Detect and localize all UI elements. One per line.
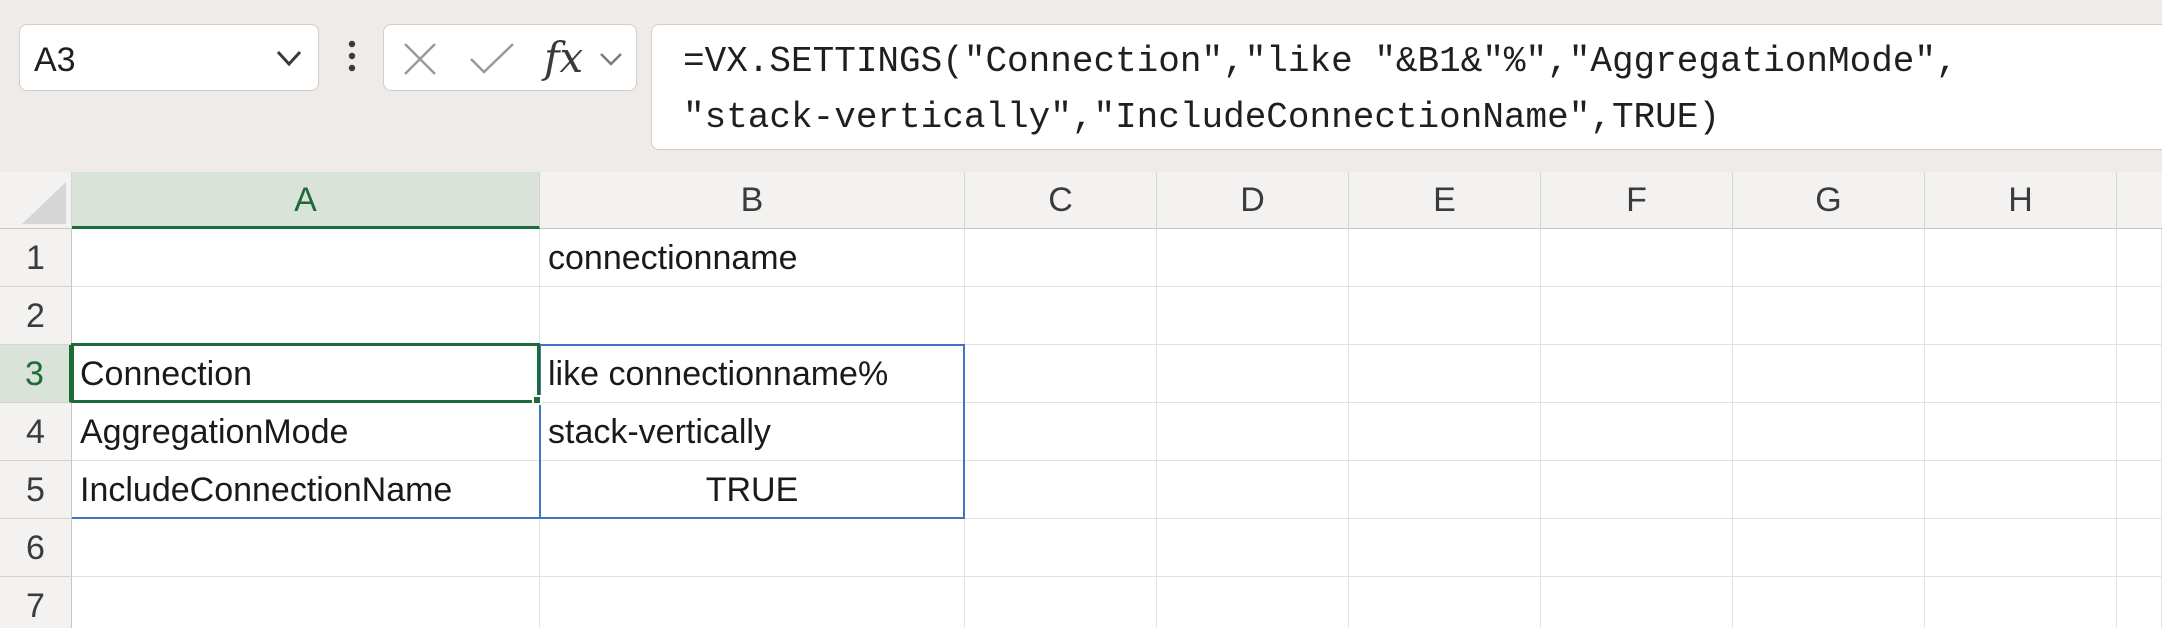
cell-f3[interactable] <box>1541 345 1733 403</box>
cell-g4[interactable] <box>1733 403 1925 461</box>
spreadsheet-window: A3 fx =VX.SETTINGS("Connection","like "&… <box>0 0 2162 628</box>
cell-c5[interactable] <box>965 461 1157 519</box>
formula-input[interactable]: =VX.SETTINGS("Connection","like "&B1&"%"… <box>651 24 2162 150</box>
cell-d6[interactable] <box>1157 519 1349 577</box>
cell-i3[interactable] <box>2117 345 2162 403</box>
cell-d2[interactable] <box>1157 287 1349 345</box>
formula-bar-area: A3 fx =VX.SETTINGS("Connection","like "&… <box>0 0 2162 172</box>
cell-e1[interactable] <box>1349 229 1541 287</box>
cell-e4[interactable] <box>1349 403 1541 461</box>
cell-h1[interactable] <box>1925 229 2117 287</box>
cell-c1[interactable] <box>965 229 1157 287</box>
cell-b2[interactable] <box>540 287 965 345</box>
chevron-down-icon[interactable] <box>274 47 304 69</box>
cell-i7[interactable] <box>2117 577 2162 628</box>
cell-d1[interactable] <box>1157 229 1349 287</box>
cell-i6[interactable] <box>2117 519 2162 577</box>
row-header-2[interactable]: 2 <box>0 287 72 345</box>
cell-a5[interactable]: IncludeConnectionName <box>72 461 540 519</box>
cell-b1[interactable]: connectionname <box>540 229 965 287</box>
cell-b6[interactable] <box>540 519 965 577</box>
row-header-7[interactable]: 7 <box>0 577 72 628</box>
formula-text-line-1[interactable]: =VX.SETTINGS("Connection","like "&B1&"%"… <box>683 41 1958 82</box>
cell-h7[interactable] <box>1925 577 2117 628</box>
column-header-h[interactable]: H <box>1925 172 2117 229</box>
column-header-f[interactable]: F <box>1541 172 1733 229</box>
cell-g5[interactable] <box>1733 461 1925 519</box>
cell-e5[interactable] <box>1349 461 1541 519</box>
cell-f6[interactable] <box>1541 519 1733 577</box>
select-all-icon <box>22 182 66 224</box>
cell-f5[interactable] <box>1541 461 1733 519</box>
cell-b4[interactable]: stack-vertically <box>540 403 965 461</box>
cell-h5[interactable] <box>1925 461 2117 519</box>
worksheet-grid[interactable]: A B C D E F G H 1 2 3 4 5 6 7 connection… <box>0 172 2162 628</box>
name-box[interactable]: A3 <box>19 24 319 91</box>
cell-b3[interactable]: like connectionname% <box>540 345 965 403</box>
expand-chevron-icon[interactable] <box>598 49 624 69</box>
cell-f4[interactable] <box>1541 403 1733 461</box>
column-header-c[interactable]: C <box>965 172 1157 229</box>
cell-a6[interactable] <box>72 519 540 577</box>
cell-h6[interactable] <box>1925 519 2117 577</box>
function-icon[interactable]: fx <box>544 31 594 85</box>
cell-e3[interactable] <box>1349 345 1541 403</box>
cell-d5[interactable] <box>1157 461 1349 519</box>
cell-c4[interactable] <box>965 403 1157 461</box>
cell-e7[interactable] <box>1349 577 1541 628</box>
cell-h3[interactable] <box>1925 345 2117 403</box>
cell-c3[interactable] <box>965 345 1157 403</box>
row-header-4[interactable]: 4 <box>0 403 72 461</box>
row-header-5[interactable]: 5 <box>0 461 72 519</box>
column-header-e[interactable]: E <box>1349 172 1541 229</box>
cell-i2[interactable] <box>2117 287 2162 345</box>
vertical-ellipsis-icon[interactable] <box>340 38 364 78</box>
x-icon[interactable] <box>402 41 438 77</box>
select-all-button[interactable] <box>0 172 72 229</box>
cell-i1[interactable] <box>2117 229 2162 287</box>
cell-a1[interactable] <box>72 229 540 287</box>
cell-e6[interactable] <box>1349 519 1541 577</box>
fill-handle[interactable] <box>532 395 542 405</box>
column-header-b[interactable]: B <box>540 172 965 229</box>
row-header-3[interactable]: 3 <box>0 345 72 403</box>
cell-a7[interactable] <box>72 577 540 628</box>
cell-d7[interactable] <box>1157 577 1349 628</box>
cell-f2[interactable] <box>1541 287 1733 345</box>
formula-buttons: fx <box>383 24 637 91</box>
cell-c6[interactable] <box>965 519 1157 577</box>
cell-a4[interactable]: AggregationMode <box>72 403 540 461</box>
cell-g6[interactable] <box>1733 519 1925 577</box>
row-header-6[interactable]: 6 <box>0 519 72 577</box>
column-header-g[interactable]: G <box>1733 172 1925 229</box>
formula-text-line-2[interactable]: "stack-vertically","IncludeConnectionNam… <box>683 97 1720 138</box>
cell-i5[interactable] <box>2117 461 2162 519</box>
cell-e2[interactable] <box>1349 287 1541 345</box>
column-header-d[interactable]: D <box>1157 172 1349 229</box>
cell-g2[interactable] <box>1733 287 1925 345</box>
cell-a2[interactable] <box>72 287 540 345</box>
cell-f1[interactable] <box>1541 229 1733 287</box>
cell-i4[interactable] <box>2117 403 2162 461</box>
column-header-a[interactable]: A <box>72 172 540 229</box>
cell-h2[interactable] <box>1925 287 2117 345</box>
cell-f7[interactable] <box>1541 577 1733 628</box>
cell-d4[interactable] <box>1157 403 1349 461</box>
cell-b5[interactable]: TRUE <box>540 461 965 519</box>
checkmark-icon[interactable] <box>468 41 516 77</box>
cell-a3[interactable]: Connection <box>72 345 540 403</box>
cell-c2[interactable] <box>965 287 1157 345</box>
cell-g7[interactable] <box>1733 577 1925 628</box>
name-box-value[interactable]: A3 <box>34 41 76 80</box>
cell-h4[interactable] <box>1925 403 2117 461</box>
row-header-1[interactable]: 1 <box>0 229 72 287</box>
column-header-partial[interactable] <box>2117 172 2162 229</box>
cell-b7[interactable] <box>540 577 965 628</box>
cell-c7[interactable] <box>965 577 1157 628</box>
cell-d3[interactable] <box>1157 345 1349 403</box>
cell-g3[interactable] <box>1733 345 1925 403</box>
cell-g1[interactable] <box>1733 229 1925 287</box>
